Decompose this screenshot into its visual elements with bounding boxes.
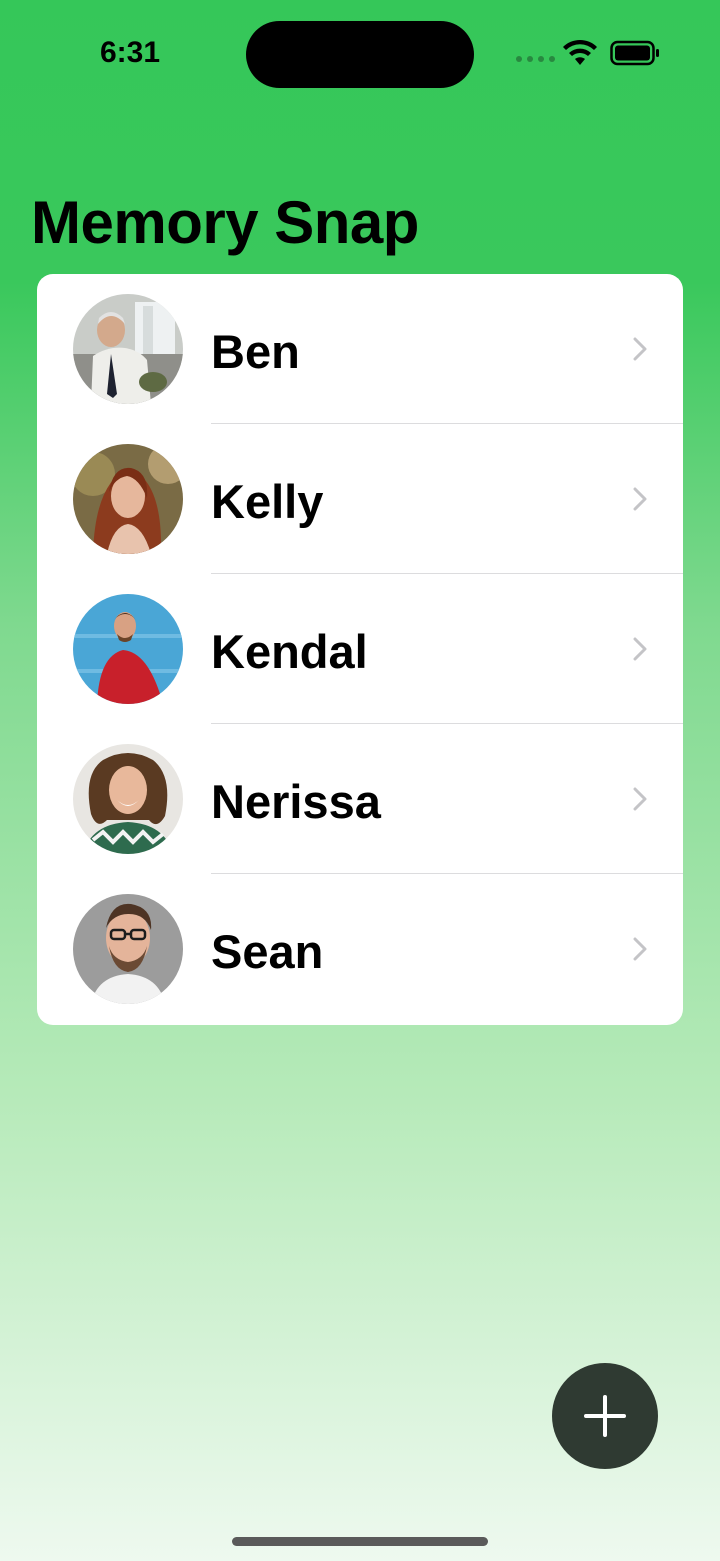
wifi-icon bbox=[563, 39, 597, 65]
contact-name: Ben bbox=[211, 325, 300, 378]
contact-name: Kelly bbox=[211, 475, 324, 528]
avatar bbox=[73, 744, 183, 854]
avatar bbox=[73, 294, 183, 404]
contact-row-kendal[interactable]: Kendal bbox=[37, 574, 683, 724]
cellular-signal-icon bbox=[516, 56, 555, 62]
chevron-right-icon bbox=[633, 487, 647, 511]
chevron-right-icon bbox=[633, 787, 647, 811]
contact-row-ben[interactable]: Ben bbox=[37, 274, 683, 424]
contact-row-sean[interactable]: Sean bbox=[37, 874, 683, 1024]
chevron-right-icon bbox=[633, 937, 647, 961]
home-indicator[interactable] bbox=[232, 1537, 488, 1546]
avatar bbox=[73, 444, 183, 554]
page-title: Memory Snap bbox=[31, 189, 419, 256]
contact-row-nerissa[interactable]: Nerissa bbox=[37, 724, 683, 874]
contact-row-kelly[interactable]: Kelly bbox=[37, 424, 683, 574]
avatar bbox=[73, 894, 183, 1004]
chevron-right-icon bbox=[633, 337, 647, 361]
chevron-right-icon bbox=[633, 637, 647, 661]
dynamic-island bbox=[246, 21, 474, 88]
plus-icon bbox=[584, 1395, 626, 1437]
contact-list: Ben Kelly Kendal Nerissa Sean bbox=[37, 274, 683, 1025]
contact-name: Sean bbox=[211, 925, 324, 978]
avatar bbox=[73, 594, 183, 704]
status-bar: 6:31 bbox=[0, 0, 720, 110]
contact-name: Nerissa bbox=[211, 775, 381, 828]
battery-icon bbox=[610, 40, 659, 66]
contact-name: Kendal bbox=[211, 625, 368, 678]
add-contact-button[interactable] bbox=[552, 1363, 658, 1469]
status-time: 6:31 bbox=[100, 36, 161, 69]
